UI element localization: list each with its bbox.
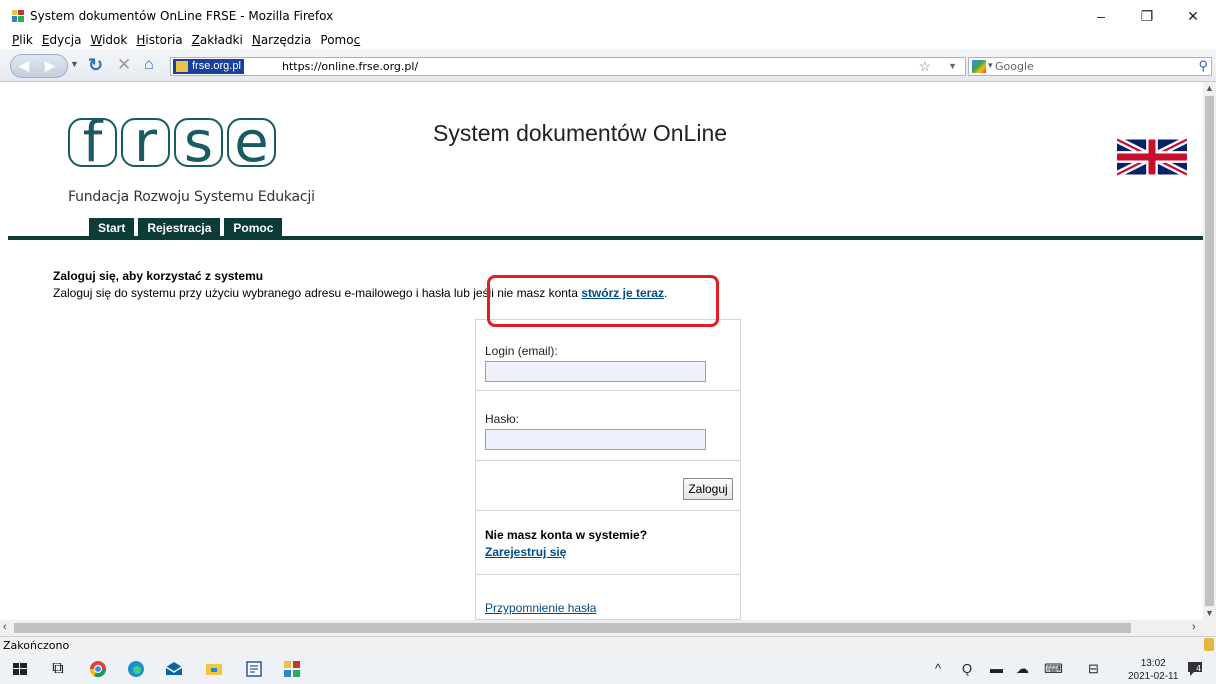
status-text: Zakończono xyxy=(3,639,70,652)
engine-dropdown-icon[interactable]: ▾ xyxy=(988,60,993,71)
minimize-icon: – xyxy=(1097,8,1105,24)
logo-subtitle: Fundacja Rozwoju Systemu Edukacji xyxy=(68,189,315,205)
no-account-text: Nie masz konta w systemie? xyxy=(485,528,648,542)
scroll-corner xyxy=(1203,620,1216,636)
minimize-button[interactable]: – xyxy=(1078,0,1124,32)
clock[interactable]: 13:02 2021-02-11 xyxy=(1128,657,1178,683)
home-icon[interactable]: ⌂ xyxy=(144,56,154,74)
register-row xyxy=(476,510,740,574)
stop-icon[interactable]: ✕ xyxy=(117,55,131,75)
header-divider xyxy=(8,236,1203,240)
keyboard-icon[interactable]: ⌨ xyxy=(1044,661,1063,677)
email-row: Login (email): xyxy=(476,320,740,390)
close-button[interactable]: ✕ xyxy=(1170,0,1216,32)
clock-date: 2021-02-11 xyxy=(1128,671,1179,682)
window-titlebar: System dokumentów OnLine FRSE - Mozilla … xyxy=(0,0,1216,32)
document-icon[interactable] xyxy=(244,659,264,679)
vertical-scrollbar[interactable]: ▲ ▼ xyxy=(1203,82,1216,620)
menu-tools[interactable]: Narzędzia xyxy=(252,31,312,49)
frse-logo[interactable]: f r s e Fundacja Rozwoju Systemu Edukacj… xyxy=(64,94,315,206)
logo-letter: s xyxy=(174,118,223,167)
password-label: Hasło: xyxy=(485,412,520,426)
menu-edit[interactable]: Edycja xyxy=(42,31,82,49)
chevron-up-icon[interactable]: ^ xyxy=(935,661,941,676)
uk-flag-icon[interactable] xyxy=(1117,138,1187,176)
magnifier-icon[interactable]: ⚲ xyxy=(1198,58,1208,74)
site-identity-button[interactable]: frse.org.pl xyxy=(173,59,244,74)
menu-help[interactable]: Pomoc xyxy=(320,31,360,49)
file-explorer-icon[interactable] xyxy=(204,659,224,679)
vertical-scroll-thumb[interactable] xyxy=(1205,96,1214,606)
email-field[interactable] xyxy=(485,361,706,382)
windows-start-icon[interactable] xyxy=(10,659,30,679)
login-button[interactable]: Zaloguj xyxy=(683,478,733,500)
email-label: Login (email): xyxy=(485,344,558,358)
menu-history[interactable]: Historia xyxy=(136,31,182,49)
url-dropdown-icon[interactable]: ▼ xyxy=(948,61,957,71)
password-field[interactable] xyxy=(485,429,706,450)
logo-letter: e xyxy=(227,118,276,167)
scroll-down-icon[interactable]: ▼ xyxy=(1205,608,1214,618)
url-bar[interactable]: frse.org.pl https://online.frse.org.pl/ … xyxy=(170,57,966,76)
restore-icon: ❐ xyxy=(1140,7,1154,24)
pen-icon[interactable]: Ǫ xyxy=(962,661,972,676)
site-title: System dokumentów OnLine xyxy=(433,120,728,146)
star-icon[interactable]: ☆ xyxy=(918,58,931,75)
close-icon: ✕ xyxy=(1187,7,1199,24)
restore-button[interactable]: ❐ xyxy=(1124,0,1170,32)
search-box[interactable]: ▾ Google ⚲ xyxy=(968,57,1212,76)
menu-bookmarks[interactable]: Zakładki xyxy=(192,31,243,49)
site-favicon-icon xyxy=(176,61,188,72)
tablet-mode-icon[interactable]: ⊟ xyxy=(1088,661,1099,677)
menu-bar: Plik Edycja Widok Historia Zakładki Narz… xyxy=(0,31,1216,49)
forward-arrow-icon[interactable]: ▶ xyxy=(45,58,55,74)
tab-start[interactable]: Start xyxy=(89,218,135,238)
scroll-left-icon[interactable]: ‹ xyxy=(3,621,7,633)
menu-file[interactable]: Plik xyxy=(12,31,33,49)
frse-app-icon xyxy=(12,10,24,22)
password-row: Hasło: xyxy=(476,390,740,460)
logo-letter: f xyxy=(68,118,117,167)
back-forward-buttons: ◀ ▶ xyxy=(10,54,68,78)
tab-register[interactable]: Rejestracja xyxy=(138,218,221,238)
mail-icon[interactable] xyxy=(164,659,184,679)
chrome-icon[interactable] xyxy=(88,659,108,679)
window-title: System dokumentów OnLine FRSE - Mozilla … xyxy=(30,9,334,23)
page-content: f r s e Fundacja Rozwoju Systemu Edukacj… xyxy=(0,82,1203,620)
highlight-annotation xyxy=(487,275,719,327)
svg-text:4: 4 xyxy=(1196,664,1201,673)
windows-taskbar: ⧉ ^ Ǫ ▬ ☁ ⌨ ⊟ 13:02 2021-02-11 4 xyxy=(0,654,1216,684)
main-tabs: Start Rejestracja Pomoc xyxy=(89,218,283,238)
navigation-toolbar: ◀ ▶ ▼ ↻ ✕ ⌂ frse.org.pl https://online.f… xyxy=(0,49,1216,82)
horizontal-scroll-thumb[interactable] xyxy=(14,623,1131,633)
clock-time: 13:02 xyxy=(1140,658,1166,669)
scroll-up-icon[interactable]: ▲ xyxy=(1205,83,1214,93)
history-dropdown-icon[interactable]: ▼ xyxy=(70,59,79,69)
tab-help[interactable]: Pomoc xyxy=(224,218,283,238)
back-arrow-icon[interactable]: ◀ xyxy=(19,58,29,74)
search-placeholder: Google xyxy=(995,60,1034,73)
notification-center-icon[interactable]: 4 xyxy=(1186,660,1204,678)
register-link[interactable]: Zarejestruj się xyxy=(485,545,566,559)
google-engine-icon[interactable] xyxy=(972,60,986,73)
menu-view[interactable]: Widok xyxy=(90,31,127,49)
task-view-icon[interactable]: ⧉ xyxy=(48,659,68,679)
password-reminder-link[interactable]: Przypomnienie hasła xyxy=(485,601,596,615)
status-bar: Zakończono xyxy=(0,636,1216,654)
frse-taskbar-icon[interactable] xyxy=(282,659,302,679)
horizontal-scrollbar[interactable]: ‹ › xyxy=(0,620,1203,636)
intro-heading: Zaloguj się, aby korzystać z systemu xyxy=(53,269,264,283)
url-text[interactable]: https://online.frse.org.pl/ xyxy=(282,60,418,73)
scroll-right-icon[interactable]: › xyxy=(1192,621,1196,633)
reload-icon[interactable]: ↻ xyxy=(88,55,103,76)
login-form: Login (email): Hasło: Zaloguj Nie masz k… xyxy=(475,319,741,620)
edge-icon[interactable] xyxy=(126,659,146,679)
battery-icon[interactable]: ▬ xyxy=(990,661,1003,676)
logo-letter: r xyxy=(121,118,170,167)
cloud-icon[interactable]: ☁ xyxy=(1016,661,1029,677)
padlock-icon[interactable] xyxy=(1204,638,1214,651)
